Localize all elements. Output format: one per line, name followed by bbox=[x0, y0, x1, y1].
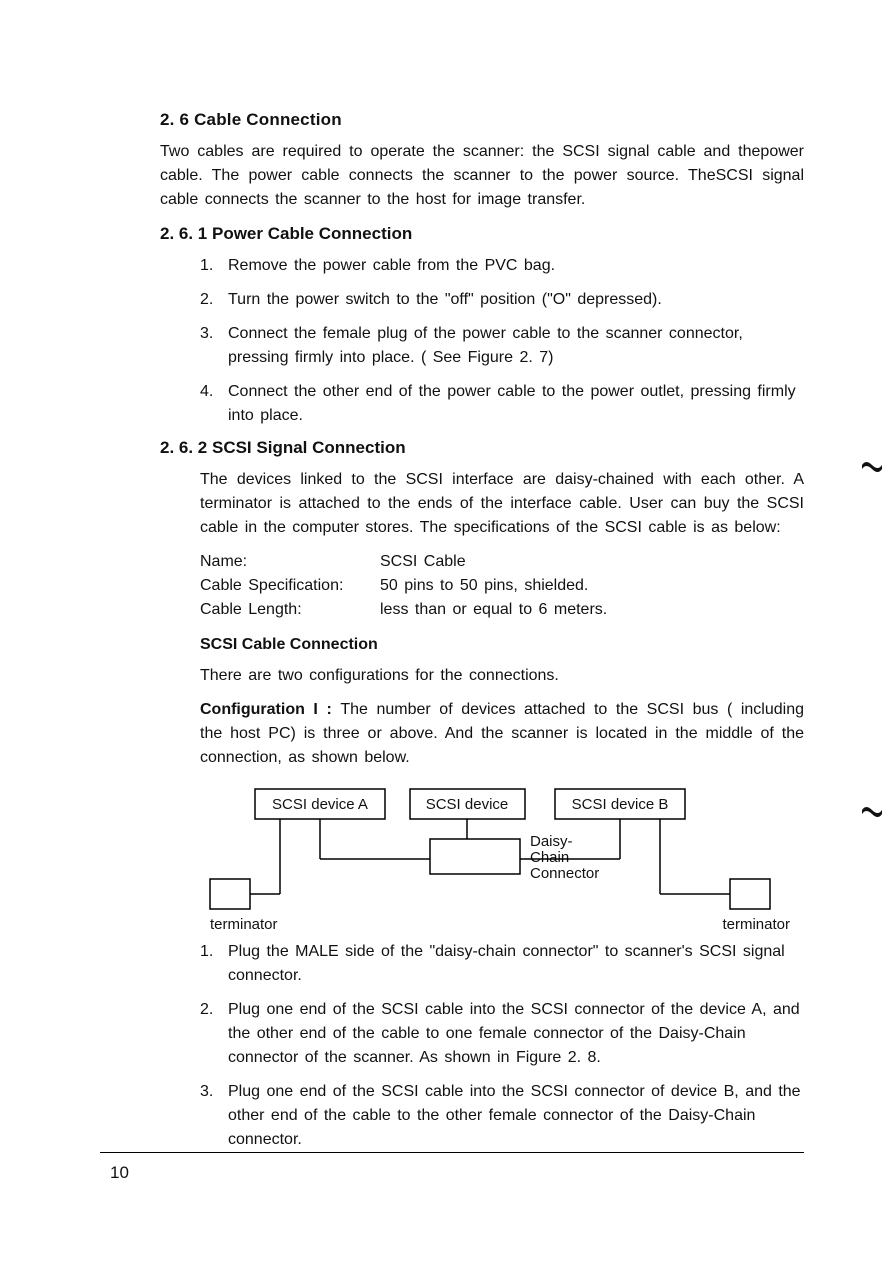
spec-label: Cable Specification: bbox=[200, 574, 380, 598]
diagram-daisy-label-1: Daisy- bbox=[530, 833, 573, 850]
scsi-conn-heading: SCSI Cable Connection bbox=[200, 636, 804, 654]
document-page: 2. 6 Cable Connection Two cables are req… bbox=[0, 0, 894, 1263]
spec-label: Cable Length: bbox=[200, 598, 380, 622]
scsi-intro: The devices linked to the SCSI interface… bbox=[200, 468, 804, 540]
diagram-daisy-label-2: Chain bbox=[530, 849, 569, 866]
power-cable-heading: 2. 6. 1 Power Cable Connection bbox=[160, 224, 804, 244]
list-text: Turn the power switch to the "off" posit… bbox=[228, 288, 662, 312]
section-heading: 2. 6 Cable Connection bbox=[160, 110, 804, 130]
daisy-chain-diagram: SCSI device A SCSI device SCSI device B … bbox=[200, 784, 800, 934]
list-item: 4.Connect the other end of the power cab… bbox=[200, 380, 804, 428]
config1-steps: 1.Plug the MALE side of the "daisy-chain… bbox=[200, 940, 804, 1152]
list-item: 2. Turn the power switch to the "off" pos… bbox=[200, 288, 804, 312]
power-cable-steps: 1. Remove the power cable from the PVC ba… bbox=[200, 254, 804, 428]
diagram-daisy-label-3: Connector bbox=[530, 865, 599, 882]
list-text: Plug one end of the SCSI cable into the … bbox=[228, 1080, 804, 1152]
footer-rule bbox=[100, 1152, 804, 1153]
config1-para: Configuration I : The number of devices … bbox=[200, 698, 804, 770]
list-text: Plug the MALE side of the "daisy-chain c… bbox=[228, 940, 804, 988]
spec-value: less than or equal to 6 meters. bbox=[380, 598, 607, 622]
scsi-specs: Name:SCSI Cable Cable Specification:50 p… bbox=[200, 550, 804, 622]
page-edge-mark-icon bbox=[860, 455, 884, 479]
list-item: 1. Remove the power cable from the PVC ba… bbox=[200, 254, 804, 278]
diagram-terminator-left: terminator bbox=[210, 916, 278, 933]
list-item: 2.Plug one end of the SCSI cable into th… bbox=[200, 998, 804, 1070]
list-item: 3.Plug one end of the SCSI cable into th… bbox=[200, 1080, 804, 1152]
page-edge-mark-icon bbox=[860, 800, 884, 824]
spec-value: SCSI Cable bbox=[380, 550, 466, 574]
list-number: 2. bbox=[200, 288, 218, 312]
list-number: 4. bbox=[200, 380, 218, 428]
diagram-box-b: SCSI device B bbox=[572, 796, 669, 813]
list-number: 3. bbox=[200, 322, 218, 370]
list-text: Connect the other end of the power cable… bbox=[228, 380, 804, 428]
diagram-box-a: SCSI device A bbox=[272, 796, 368, 813]
list-number: 1. bbox=[200, 940, 218, 988]
spec-value: 50 pins to 50 pins, shielded. bbox=[380, 574, 588, 598]
page-number: 10 bbox=[110, 1163, 129, 1183]
config1-label: Configuration I : bbox=[200, 701, 340, 718]
diagram-box-mid: SCSI device bbox=[426, 796, 509, 813]
list-number: 3. bbox=[200, 1080, 218, 1152]
section-intro: Two cables are required to operate the s… bbox=[160, 140, 804, 212]
scsi-conn-para: There are two configurations for the con… bbox=[200, 664, 804, 688]
spec-label: Name: bbox=[200, 550, 380, 574]
diagram-terminator-right: terminator bbox=[722, 916, 790, 933]
list-text: Plug one end of the SCSI cable into the … bbox=[228, 998, 804, 1070]
list-number: 1. bbox=[200, 254, 218, 278]
list-item: 1.Plug the MALE side of the "daisy-chain… bbox=[200, 940, 804, 988]
scsi-heading: 2. 6. 2 SCSI Signal Connection bbox=[160, 438, 804, 458]
list-item: 3.Connect the female plug of the power c… bbox=[200, 322, 804, 370]
list-text: Remove the power cable from the PVC bag. bbox=[228, 254, 555, 278]
list-text: Connect the female plug of the power cab… bbox=[228, 322, 804, 370]
list-number: 2. bbox=[200, 998, 218, 1070]
